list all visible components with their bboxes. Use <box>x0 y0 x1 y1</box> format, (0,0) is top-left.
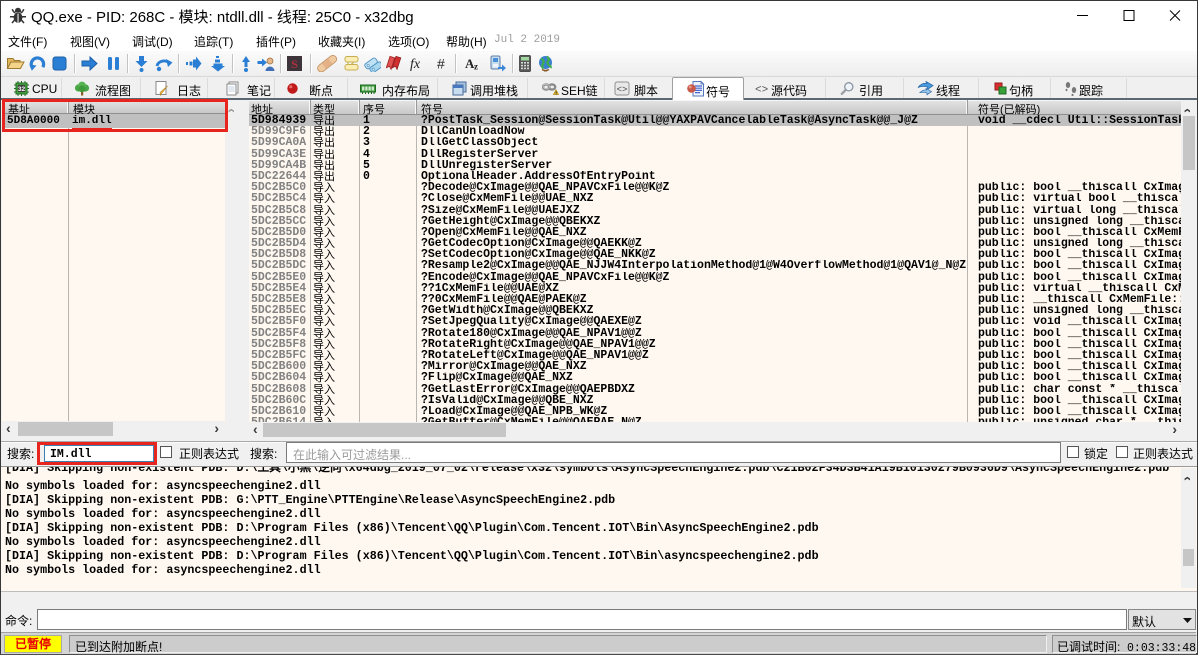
svg-text:32: 32 <box>18 86 26 93</box>
svg-text:z: z <box>474 62 478 72</box>
svg-text:<>: <> <box>755 85 768 97</box>
svg-text:fx: fx <box>410 57 421 72</box>
svg-text:#: # <box>437 56 445 72</box>
svg-text:<>: <> <box>617 85 628 95</box>
svg-text:S: S <box>291 57 298 71</box>
